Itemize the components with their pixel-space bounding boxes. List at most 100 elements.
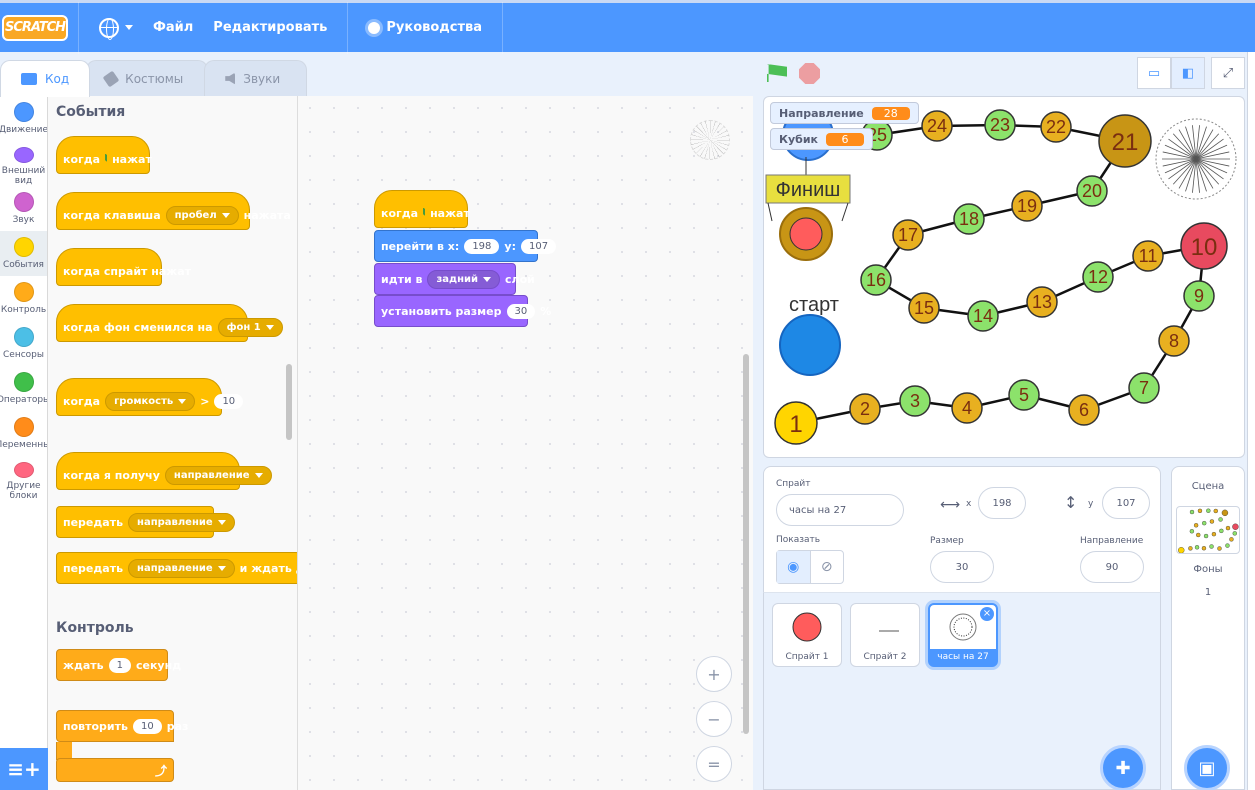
category-item[interactable]: Внешний вид — [0, 141, 47, 186]
when-i-receive-block[interactable]: когда я получу направление — [56, 452, 272, 490]
zoom-out-button[interactable]: − — [696, 701, 732, 737]
goto-x-input[interactable]: 198 — [464, 238, 500, 254]
loudness-input[interactable]: 10 — [214, 393, 244, 409]
y-input[interactable]: 107 — [1102, 487, 1150, 519]
block-text: нажата — [243, 208, 291, 222]
broadcast-and-wait-block[interactable]: передать направление и ждать до конца — [56, 552, 297, 584]
stage-panel[interactable]: Сцена Фоны 1 ▣ — [1171, 466, 1245, 790]
category-dot-icon — [13, 327, 34, 347]
small-stage-button[interactable]: ▭ — [1137, 57, 1171, 89]
repeat-block[interactable]: повторить 10 раз — [56, 710, 188, 742]
zoom-reset-button[interactable]: = — [696, 746, 732, 782]
add-extension-button[interactable]: ≡+ — [0, 748, 48, 790]
category-item[interactable]: Переменные — [0, 411, 47, 456]
broadcast-block[interactable]: передать направление — [56, 506, 235, 538]
category-item[interactable]: Звук — [0, 186, 47, 231]
size-input[interactable]: 30 — [930, 551, 994, 583]
language-menu[interactable] — [89, 2, 143, 54]
size-input[interactable]: 30 — [506, 303, 536, 319]
finish-leg — [841, 202, 849, 222]
cat-plus-icon: ✚ — [1115, 757, 1131, 779]
goto-y-input[interactable]: 107 — [520, 238, 557, 254]
backdrop-dropdown[interactable]: фон 1 — [217, 317, 283, 337]
category-item[interactable]: Сенсоры — [0, 321, 47, 366]
file-menu[interactable]: Файл — [143, 2, 203, 54]
repeat-input[interactable]: 10 — [132, 718, 162, 734]
speaker-icon — [225, 72, 236, 85]
sprite-thumb-1[interactable]: Спрайт 1 — [772, 603, 842, 667]
scratch-logo[interactable]: SCRATCH — [2, 14, 68, 41]
variable-monitor-dice[interactable]: Кубик 6 — [770, 128, 874, 150]
normal-stage-button[interactable]: ◧ — [1171, 57, 1205, 89]
fullscreen-button[interactable]: ⤢ — [1211, 57, 1245, 89]
category-label: Движение — [0, 125, 47, 135]
x-input[interactable]: 198 — [978, 487, 1026, 519]
when-key-pressed-block[interactable]: когда клавиша пробел нажата — [56, 192, 291, 230]
message-dropdown[interactable]: направление — [164, 465, 272, 485]
sprite-thumb-2[interactable]: Спрайт 2 — [850, 603, 920, 667]
script-goto-xy-block[interactable]: перейти в x: 198 y: 107 — [374, 230, 557, 262]
edit-menu[interactable]: Редактировать — [203, 2, 337, 54]
sprite-thumb-3[interactable]: × часы на 27 — [928, 603, 998, 667]
script-go-to-layer-block[interactable]: идти в задний слой — [374, 263, 535, 295]
when-loudness-block[interactable]: когда громкость > 10 — [56, 378, 244, 416]
category-item[interactable]: Другие блоки — [0, 456, 47, 501]
category-item[interactable]: Операторы — [0, 366, 47, 411]
palette-scrollbar[interactable] — [286, 364, 292, 440]
add-sprite-button[interactable]: ✚ — [1100, 745, 1146, 790]
message-dropdown[interactable]: направление — [128, 558, 235, 578]
script-when-flag-block[interactable]: когда нажат — [374, 190, 470, 228]
tab-costumes[interactable]: Костюмы — [86, 60, 209, 96]
when-flag-clicked-block[interactable]: когда нажат — [56, 136, 152, 174]
wait-input[interactable]: 1 — [108, 657, 131, 673]
add-backdrop-button[interactable]: ▣ — [1184, 745, 1230, 790]
tab-sounds[interactable]: Звуки — [204, 60, 308, 96]
block-text: когда — [63, 394, 101, 408]
backdrop-thumbnail[interactable] — [1176, 506, 1240, 554]
sprite-name: Спрайт 1 — [785, 652, 829, 662]
when-sprite-clicked-block[interactable]: когда спрайт нажат — [56, 248, 191, 286]
category-item[interactable]: События — [0, 231, 47, 276]
script-set-size-block[interactable]: установить размер 30 % — [374, 295, 551, 327]
small-stage-icon: ▭ — [1147, 65, 1161, 81]
board-node-number: 19 — [1017, 196, 1037, 216]
wait-block[interactable]: ждать 1 секунд — [56, 649, 181, 681]
mini-node — [1217, 546, 1222, 551]
category-item[interactable]: Контроль — [0, 276, 47, 321]
start-token[interactable] — [779, 314, 841, 376]
when-backdrop-switches-block[interactable]: когда фон сменился на фон 1 — [56, 304, 283, 342]
mini-node — [1201, 546, 1207, 551]
sprite-name-input[interactable]: часы на 27 — [776, 494, 904, 526]
block-text: установить размер — [381, 304, 502, 318]
stop-button[interactable] — [799, 63, 820, 84]
category-item[interactable]: Движение — [0, 96, 47, 141]
key-dropdown[interactable]: пробел — [165, 205, 239, 225]
block-text: передать — [63, 515, 124, 529]
block-text: нажат — [430, 206, 470, 220]
red-token[interactable] — [789, 217, 823, 251]
delete-sprite-icon[interactable]: × — [980, 607, 994, 621]
loudness-dropdown[interactable]: громкость — [105, 391, 196, 411]
direction-input[interactable]: 90 — [1080, 551, 1144, 583]
variable-monitor-direction[interactable]: Направление 28 — [770, 102, 919, 124]
script-area[interactable]: когда нажат перейти в x: 198 y: 107 идти… — [298, 96, 753, 790]
zoom-in-button[interactable]: + — [696, 656, 732, 692]
sprite-name: Спрайт 2 — [863, 652, 907, 662]
hide-button[interactable]: ⊘ — [811, 551, 844, 583]
control-section-title: Контроль — [56, 620, 134, 636]
right-scrollbar[interactable] — [1247, 52, 1255, 790]
sprite-name: часы на 27 — [930, 649, 996, 665]
dropdown-value: громкость — [114, 395, 174, 407]
stage[interactable]: Финиш старт 1 2 3 4 5 6 7 8 9 10 11 12 13 14 15 16 17 18 1… — [763, 96, 1245, 458]
board-node-number: 18 — [959, 209, 979, 229]
board-node-number: 4 — [962, 398, 972, 418]
tab-code[interactable]: Код — [0, 60, 91, 97]
tutorials-menu[interactable]: Руководства — [358, 2, 492, 54]
message-dropdown[interactable]: направление — [128, 512, 235, 532]
green-flag-button[interactable] — [767, 64, 787, 82]
board-node-number: 3 — [910, 391, 920, 411]
mini-node — [1219, 528, 1224, 534]
show-button[interactable]: ◉ — [777, 551, 811, 583]
layer-dropdown[interactable]: задний — [427, 269, 501, 289]
script-scrollbar[interactable] — [743, 354, 749, 734]
